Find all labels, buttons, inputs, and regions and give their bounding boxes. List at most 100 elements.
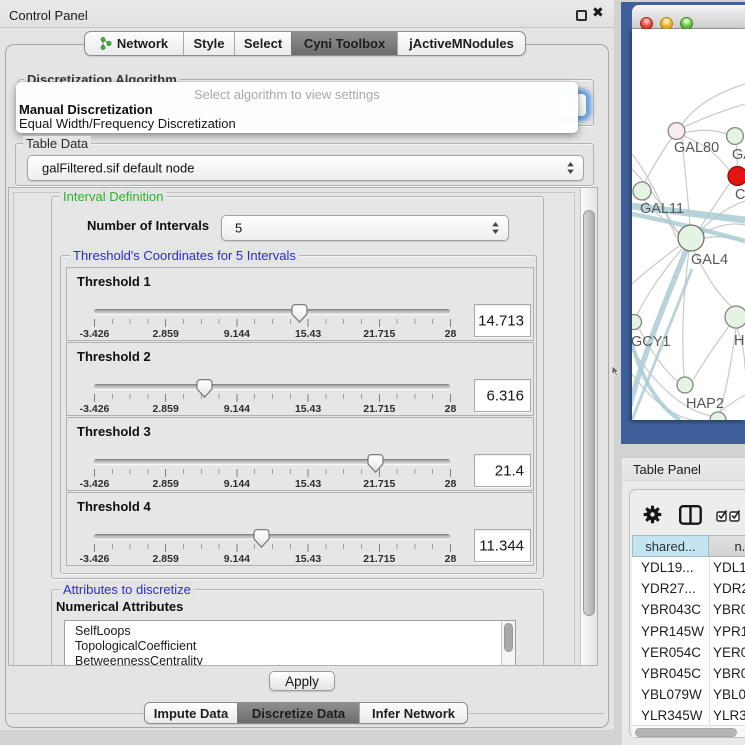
- number-of-intervals-value: 5: [235, 221, 242, 236]
- tab-label: Discretize Data: [252, 706, 345, 721]
- dropdown-item-equal-width[interactable]: Equal Width/Frequency Discretization: [19, 116, 236, 131]
- tab-select[interactable]: Select: [234, 32, 291, 55]
- threshold-coordinates-group-title: Threshold's Coordinates for 5 Intervals: [70, 248, 299, 263]
- table-data-combobox-value: galFiltered.sif default node: [42, 161, 194, 176]
- screen: Control Panel ✖ Network Style: [0, 0, 745, 745]
- tab-label: Select: [244, 36, 282, 51]
- apply-button[interactable]: Apply: [269, 671, 335, 691]
- threshold-2-slider-handle[interactable]: [196, 379, 213, 398]
- cell-shared-name: YDR27...: [641, 578, 696, 599]
- table-data-combobox[interactable]: galFiltered.sif default node: [27, 155, 584, 181]
- table-row[interactable]: YBR045CYBR045C: [632, 663, 745, 684]
- table-hscrollbar[interactable]: [632, 725, 745, 737]
- numerical-attributes-label: Numerical Attributes: [56, 599, 183, 614]
- interval-definition-group-title: Interval Definition: [60, 189, 166, 204]
- tab-infer-network[interactable]: Infer Network: [359, 703, 467, 723]
- table-row[interactable]: YER054CYER054C: [632, 642, 745, 663]
- threshold-3-row: Threshold 3 21.4 -3.4262.8599.14415.4321…: [66, 417, 534, 491]
- threshold-2-slider-track[interactable]: [94, 384, 450, 389]
- attributes-group: Attributes to discretize Numerical Attri…: [51, 589, 544, 666]
- table-row[interactable]: YLR345W YLR345W: [632, 705, 745, 726]
- slider-tick-label: 9.144: [197, 553, 277, 565]
- column-header-name[interactable]: n...: [709, 535, 745, 557]
- threshold-1-row: Threshold 1 14.713 -3.4262.8599.14415.43…: [66, 267, 534, 341]
- table-row[interactable]: YDL19...YDL19...: [632, 557, 745, 578]
- slider-tickmarks: [94, 394, 451, 402]
- tab-style[interactable]: Style: [183, 32, 234, 55]
- threshold-1-value: 14.713: [478, 312, 524, 329]
- tab-discretize-data[interactable]: Discretize Data: [237, 703, 359, 723]
- threshold-1-slider-track[interactable]: [94, 309, 450, 314]
- network-graph: GAL80GACGAL11GAL4HGCY1HAP2: [632, 29, 745, 420]
- network-node[interactable]: [727, 128, 744, 145]
- slider-tick-label: 9.144: [197, 328, 277, 340]
- network-node[interactable]: [668, 123, 685, 140]
- network-node[interactable]: [678, 225, 704, 251]
- algorithm-dropdown-popup: Select algorithm to view settings Manual…: [16, 82, 578, 133]
- threshold-3-value: 21.4: [495, 462, 524, 479]
- table-row[interactable]: YBR043CYBR043C: [632, 599, 745, 620]
- control-panel-titlebar: [0, 0, 614, 28]
- network-node[interactable]: [633, 182, 651, 200]
- table-hscrollbar-thumb[interactable]: [635, 728, 737, 737]
- threshold-1-slider-handle[interactable]: [291, 304, 308, 323]
- network-node[interactable]: [632, 315, 642, 330]
- tab-cyni-toolbox[interactable]: Cyni Toolbox: [291, 32, 397, 55]
- number-of-intervals-combobox[interactable]: 5: [221, 215, 509, 241]
- panel-scrollbar-thumb[interactable]: [583, 210, 595, 616]
- slider-tick-label: 28: [411, 403, 491, 415]
- dropdown-hint-item[interactable]: Select algorithm to view settings: [194, 87, 380, 102]
- threshold-3-slider-track[interactable]: [94, 459, 450, 464]
- slider-tick-label: 28: [411, 328, 491, 340]
- attribute-list-item[interactable]: TopologicalCoefficient: [65, 639, 515, 654]
- slider-tick-label: 9.144: [197, 478, 277, 490]
- slider-tick-label: 21.715: [339, 553, 419, 565]
- close-icon[interactable]: ✖: [592, 4, 604, 21]
- slider-tick-label: 21.715: [339, 478, 419, 490]
- attribute-list-item[interactable]: SelfLoops: [65, 621, 515, 639]
- slider-tick-label: 15.43: [268, 403, 348, 415]
- dropdown-item-manual-discretization[interactable]: Manual Discretization: [19, 102, 153, 117]
- table-row[interactable]: YBL079WYBL079W: [632, 684, 745, 705]
- threshold-2-value: 6.316: [486, 387, 524, 404]
- settings-scrollpane: Interval Definition Number of Intervals …: [8, 187, 598, 666]
- cell-name: YLR345W: [713, 705, 745, 726]
- cell-name: YDL19...: [713, 557, 745, 578]
- tab-network[interactable]: Network: [85, 32, 183, 55]
- tab-label: jActiveMNodules: [409, 36, 514, 51]
- control-panel-window: Control Panel ✖ Network Style: [0, 0, 614, 730]
- network-node-label: HAP2: [686, 396, 724, 412]
- cell-shared-name: YBR045C: [641, 663, 701, 684]
- column-header-shared-name[interactable]: shared...: [632, 535, 709, 557]
- network-window-titlebar: [632, 5, 745, 29]
- panel-scrollbar[interactable]: [580, 188, 598, 665]
- cell-shared-name: YLR345W: [641, 705, 703, 726]
- network-node[interactable]: [725, 306, 745, 328]
- table-row[interactable]: YPR145WYPR145W: [632, 621, 745, 642]
- table-row[interactable]: YDR27... YDR27...: [632, 578, 745, 599]
- network-node-label: GAL11: [640, 201, 684, 217]
- threshold-4-slider-handle[interactable]: [253, 529, 270, 548]
- network-view-canvas[interactable]: GAL80GACGAL11GAL4HGCY1HAP2: [632, 29, 745, 420]
- cell-name: YDR27...: [713, 578, 745, 599]
- threshold-3-slider-handle[interactable]: [367, 454, 384, 473]
- network-node[interactable]: [710, 412, 726, 420]
- attribute-list-item[interactable]: BetweennessCentrality: [65, 654, 515, 666]
- tab-impute-data[interactable]: Impute Data: [145, 703, 237, 723]
- threshold-4-slider-track[interactable]: [94, 534, 450, 539]
- slider-tick-label: 21.715: [339, 328, 419, 340]
- threshold-4-label: Threshold 4: [77, 499, 151, 514]
- threshold-3-label: Threshold 3: [77, 424, 151, 439]
- tab-label: Cyni Toolbox: [304, 36, 385, 51]
- numerical-attributes-list[interactable]: SelfLoopsTopologicalCoefficientBetweenne…: [64, 620, 516, 666]
- tab-jactivemnodules[interactable]: jActiveMNodules: [397, 32, 525, 55]
- slider-tick-label: -3.426: [55, 403, 135, 415]
- slider-tick-label: 2.859: [126, 403, 206, 415]
- tab-label: Network: [117, 36, 168, 51]
- network-node[interactable]: [677, 377, 693, 393]
- float-window-icon[interactable]: [576, 10, 587, 21]
- column-header-label: n...: [734, 539, 745, 554]
- slider-tick-label: 9.144: [197, 403, 277, 415]
- network-node[interactable]: [728, 167, 745, 186]
- combo-arrows-icon: [567, 162, 574, 174]
